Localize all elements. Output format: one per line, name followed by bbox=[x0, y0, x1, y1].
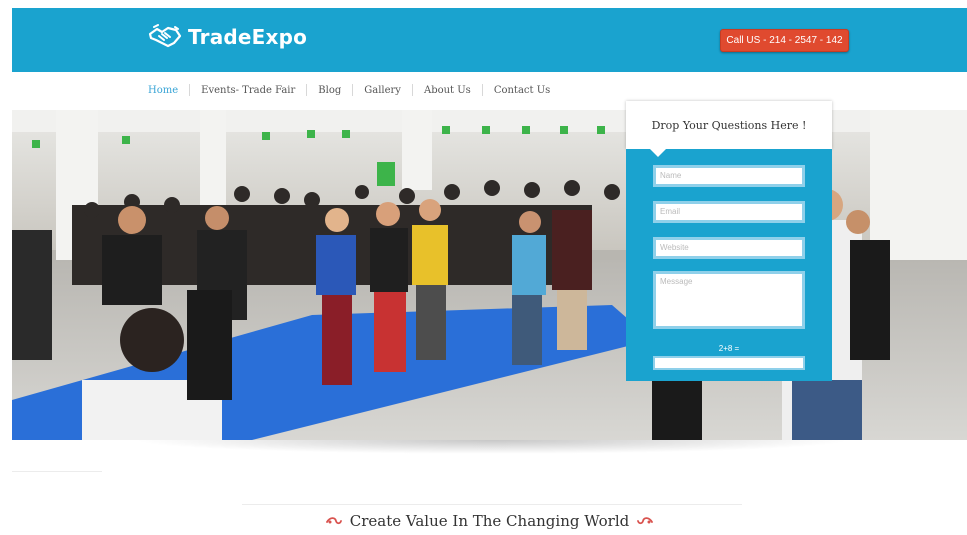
call-us-button[interactable]: Call US - 214 - 2547 - 142 bbox=[720, 29, 849, 52]
swirl-ornament-icon bbox=[325, 517, 342, 525]
name-input[interactable]: Name bbox=[653, 165, 805, 187]
nav-item-events[interactable]: Events- Trade Fair bbox=[190, 85, 306, 96]
brand-name: TradeExpo bbox=[188, 25, 308, 49]
nav-item-about[interactable]: About Us bbox=[413, 85, 482, 96]
captcha-label: 2+8 = bbox=[718, 344, 740, 353]
nav-item-home[interactable]: Home bbox=[148, 85, 189, 96]
page: TradeExpo Call US - 214 - 2547 - 142 Hom… bbox=[12, 8, 967, 535]
nav-item-gallery[interactable]: Gallery bbox=[353, 85, 412, 96]
email-input[interactable]: Email bbox=[653, 201, 805, 223]
message-textarea[interactable]: Message bbox=[653, 271, 805, 329]
captcha-input[interactable] bbox=[653, 356, 805, 370]
nav-item-blog[interactable]: Blog bbox=[307, 85, 352, 96]
website-input[interactable]: Website bbox=[653, 237, 805, 259]
form-header: Drop Your Questions Here ! bbox=[626, 101, 832, 149]
divider-center bbox=[242, 504, 742, 505]
question-form: Drop Your Questions Here ! Name Email We… bbox=[626, 101, 832, 381]
site-header: TradeExpo Call US - 214 - 2547 - 142 bbox=[12, 8, 967, 72]
handshake-icon bbox=[148, 24, 182, 48]
form-body: Name Email Website Message 2+8 = bbox=[626, 149, 832, 381]
nav-list: Home Events- Trade Fair Blog Gallery Abo… bbox=[148, 84, 561, 96]
logo[interactable]: TradeExpo bbox=[148, 24, 307, 50]
form-title: Drop Your Questions Here ! bbox=[651, 119, 807, 132]
divider-left bbox=[12, 471, 102, 472]
tagline-text: Create Value In The Changing World bbox=[349, 512, 630, 530]
swirl-ornament-icon bbox=[637, 517, 654, 525]
hero-shadow bbox=[132, 440, 852, 454]
nav-item-contact[interactable]: Contact Us bbox=[483, 85, 561, 96]
tagline: Create Value In The Changing World bbox=[12, 512, 967, 530]
form-notch bbox=[650, 149, 666, 157]
